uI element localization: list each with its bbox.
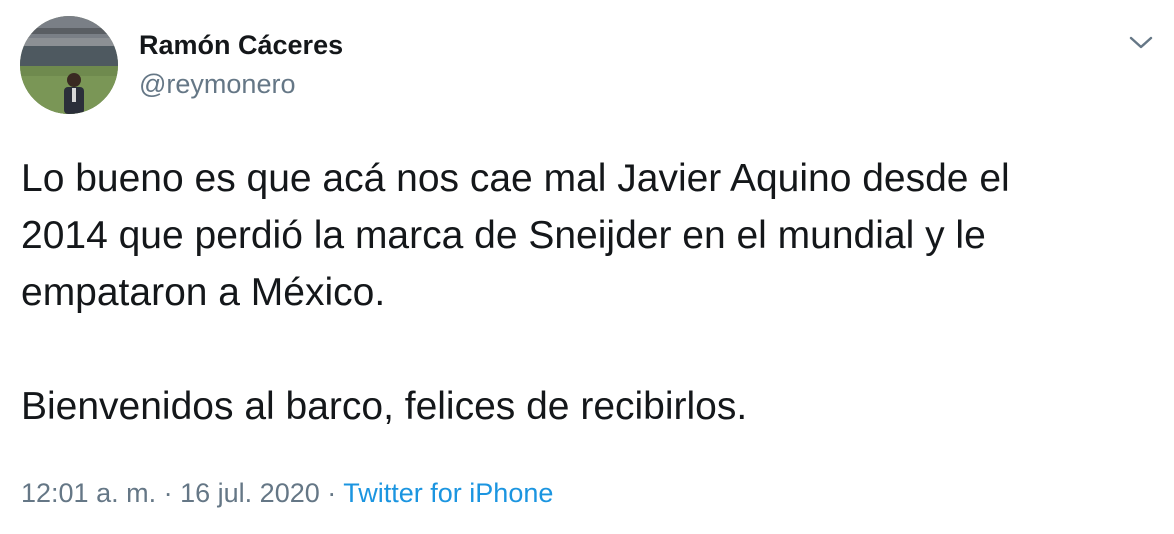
profile-photo-stadium-icon xyxy=(20,16,118,114)
chevron-down-icon xyxy=(1129,36,1153,49)
separator-dot: · xyxy=(327,478,337,508)
tweet-text: Lo bueno es que acá nos cae mal Javier A… xyxy=(21,150,1151,435)
tweet-source-link[interactable]: Twitter for iPhone xyxy=(343,478,553,508)
avatar[interactable] xyxy=(20,16,118,114)
tweet-text-line: 2014 que perdió la marca de Sneijder en … xyxy=(21,214,986,257)
tweet-text-line: empataron a México. xyxy=(21,271,386,314)
more-options-button[interactable] xyxy=(1124,28,1158,58)
author-name[interactable]: Ramón Cáceres xyxy=(139,29,343,61)
author-handle[interactable]: @reymonero xyxy=(139,68,295,100)
tweet-time[interactable]: 12:01 a. m. xyxy=(21,478,156,508)
tweet-date[interactable]: 16 jul. 2020 xyxy=(180,478,320,508)
tweet-card: Ramón Cáceres @reymonero Lo bueno es que… xyxy=(0,0,1174,534)
tweet-text-line: Bienvenidos al barco, felices de recibir… xyxy=(21,385,748,428)
tweet-text-line: Lo bueno es que acá nos cae mal Javier A… xyxy=(21,157,1010,200)
separator-dot: · xyxy=(163,478,173,508)
tweet-metadata: 12:01 a. m. · 16 jul. 2020 · Twitter for… xyxy=(21,476,553,510)
